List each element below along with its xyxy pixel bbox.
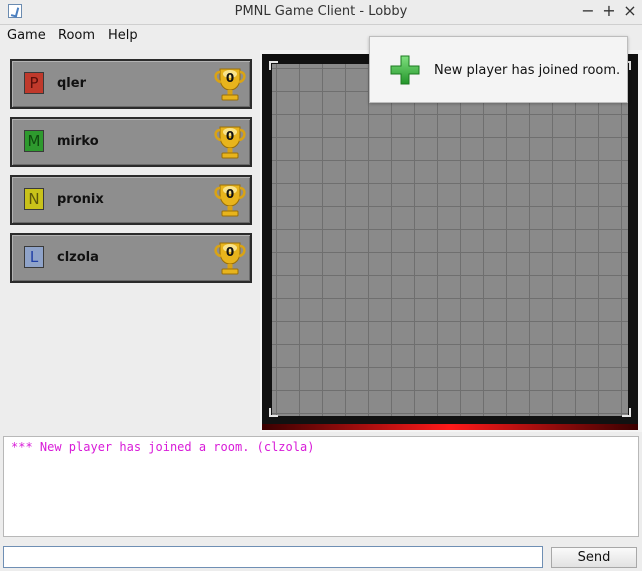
player-score: 0 xyxy=(225,71,235,85)
plus-icon xyxy=(390,55,420,85)
chat-log[interactable]: *** New player has joined a room. (clzol… xyxy=(3,436,639,537)
game-board[interactable] xyxy=(262,54,638,430)
chat-line: *** New player has joined a room. (clzol… xyxy=(11,440,315,454)
menu-room[interactable]: Room xyxy=(58,28,95,43)
chat-input[interactable] xyxy=(3,546,543,568)
minimize-button[interactable]: − xyxy=(579,2,597,20)
send-button[interactable]: Send xyxy=(551,547,637,568)
player-initial-badge: P xyxy=(24,72,44,94)
menu-game[interactable]: Game xyxy=(7,28,46,43)
notification-toast[interactable]: New player has joined room. xyxy=(369,36,628,103)
player-name: mirko xyxy=(57,134,99,149)
player-name: pronix xyxy=(57,192,104,207)
title-bar: PMNL Game Client - Lobby − + × xyxy=(0,0,642,25)
player-score: 0 xyxy=(225,187,235,201)
player-name: qler xyxy=(57,76,86,91)
close-button[interactable]: × xyxy=(621,2,639,20)
game-board-panel xyxy=(260,50,642,432)
player-card[interactable]: L clzola 0 xyxy=(10,233,252,283)
notification-message: New player has joined room. xyxy=(434,63,621,78)
menu-help[interactable]: Help xyxy=(108,28,138,43)
player-initial-badge: M xyxy=(24,130,44,152)
board-corner-mark xyxy=(622,408,631,417)
board-corner-mark xyxy=(269,408,278,417)
maximize-button[interactable]: + xyxy=(600,2,618,20)
player-card[interactable]: N pronix 0 xyxy=(10,175,252,225)
player-score: 0 xyxy=(225,245,235,259)
player-initial-badge: N xyxy=(24,188,44,210)
board-grid[interactable] xyxy=(272,64,628,416)
window-title: PMNL Game Client - Lobby xyxy=(234,4,408,19)
player-score: 0 xyxy=(225,129,235,143)
player-card[interactable]: M mirko 0 xyxy=(10,117,252,167)
player-list: P qler 0 M mirko 0 N pronix 0 L clzola 0 xyxy=(10,59,252,291)
player-card[interactable]: P qler 0 xyxy=(10,59,252,109)
player-name: clzola xyxy=(57,250,99,265)
player-initial-badge: L xyxy=(24,246,44,268)
board-corner-mark xyxy=(269,61,278,70)
board-red-bar xyxy=(262,424,638,430)
